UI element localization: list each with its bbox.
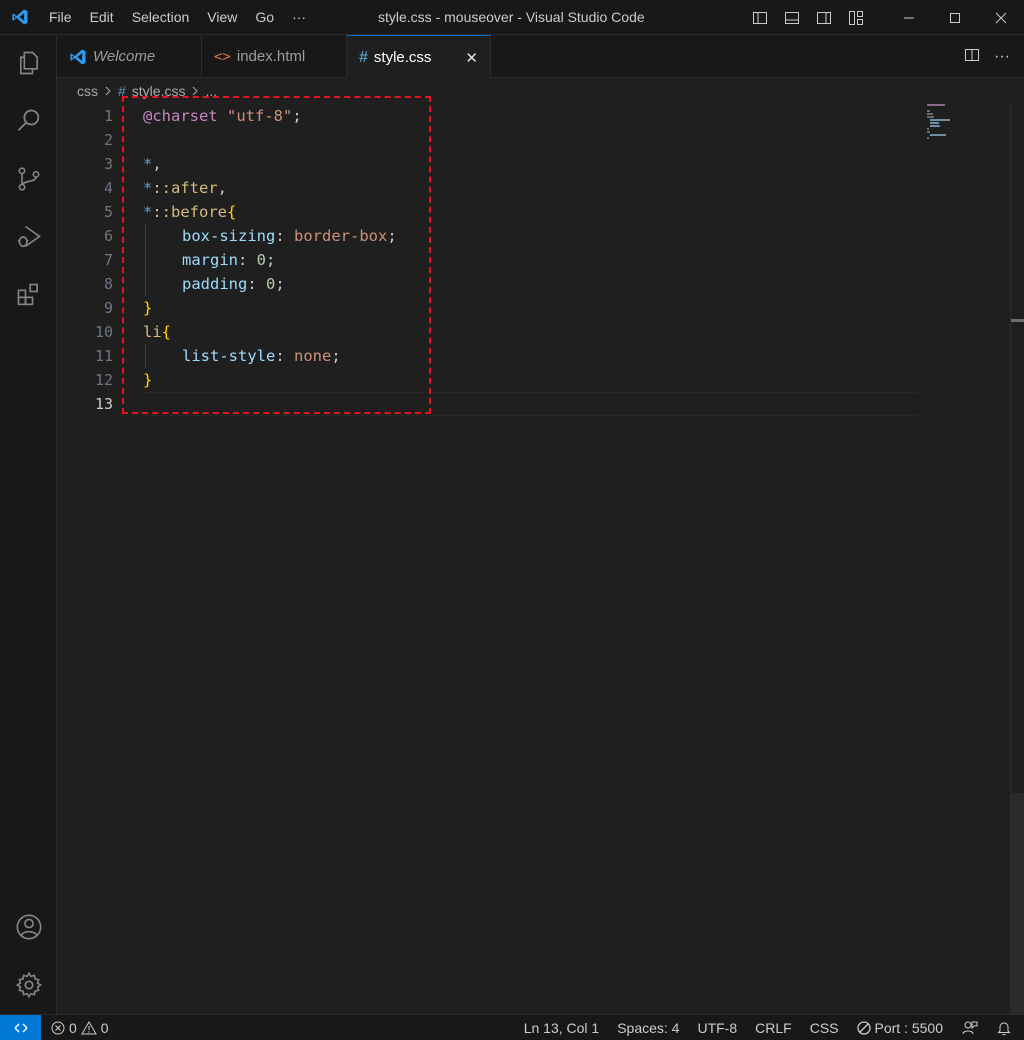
line-number: 4 bbox=[103, 179, 113, 197]
vertical-scrollbar[interactable] bbox=[1010, 103, 1024, 1014]
menu-view[interactable]: View bbox=[198, 0, 246, 35]
source-control-icon[interactable] bbox=[0, 155, 57, 203]
search-icon[interactable] bbox=[0, 97, 57, 145]
split-editor-icon[interactable] bbox=[964, 47, 980, 66]
line-number: 6 bbox=[103, 227, 113, 245]
customize-layout-icon[interactable] bbox=[844, 0, 868, 35]
tab-label: index.html bbox=[236, 48, 306, 65]
encoding-status[interactable]: UTF-8 bbox=[688, 1015, 746, 1040]
title-bar: File Edit Selection View Go ··· style.cs… bbox=[0, 0, 1024, 35]
accounts-icon[interactable] bbox=[0, 903, 57, 951]
scrollbar-cursor-marker bbox=[1011, 319, 1024, 322]
close-icon[interactable]: ✕ bbox=[465, 49, 478, 67]
status-bar: 0 0 Ln 13, Col 1 Spaces: 4 UTF-8 CRLF CS… bbox=[0, 1014, 1024, 1040]
menu-edit[interactable]: Edit bbox=[81, 0, 123, 35]
menu-selection[interactable]: Selection bbox=[123, 0, 199, 35]
tab-welcome[interactable]: Welcome bbox=[57, 35, 202, 78]
html-icon: <> bbox=[214, 48, 231, 65]
feedback-icon[interactable] bbox=[952, 1015, 988, 1040]
line-number: 1 bbox=[103, 107, 113, 125]
line-number-current: 13 bbox=[94, 395, 113, 413]
line-number: 7 bbox=[103, 251, 113, 269]
line-number: 2 bbox=[103, 131, 113, 149]
tab-style-css[interactable]: # style.css ✕ bbox=[347, 35, 491, 79]
close-window-icon[interactable] bbox=[978, 0, 1024, 35]
annotation-highlight-box bbox=[122, 96, 431, 414]
breadcrumb-folder[interactable]: css bbox=[77, 83, 98, 99]
toggle-primary-sidebar-icon[interactable] bbox=[748, 0, 772, 35]
tab-label: Welcome bbox=[93, 48, 156, 65]
vscode-logo-icon bbox=[0, 0, 40, 35]
chevron-right-icon bbox=[104, 83, 112, 99]
extensions-icon[interactable] bbox=[0, 271, 57, 319]
scrollbar-thumb[interactable] bbox=[1011, 793, 1024, 1014]
cursor-position[interactable]: Ln 13, Col 1 bbox=[515, 1015, 609, 1040]
error-count: 0 bbox=[69, 1019, 77, 1036]
line-number: 12 bbox=[94, 371, 113, 389]
run-debug-icon[interactable] bbox=[0, 213, 57, 261]
menu-file[interactable]: File bbox=[40, 0, 81, 35]
eol-status[interactable]: CRLF bbox=[746, 1015, 801, 1040]
activity-bar bbox=[0, 35, 57, 1014]
css-hash-icon: # bbox=[359, 48, 368, 66]
editor-tab-bar: Welcome <> index.html # style.css ✕ ··· bbox=[57, 35, 1024, 79]
line-number: 3 bbox=[103, 155, 113, 173]
vscode-icon bbox=[69, 48, 87, 66]
toggle-secondary-sidebar-icon[interactable] bbox=[812, 0, 836, 35]
remote-indicator-icon[interactable] bbox=[0, 1014, 41, 1040]
window-title: style.css - mouseover - Visual Studio Co… bbox=[378, 9, 645, 25]
error-icon bbox=[51, 1021, 65, 1034]
tab-index-html[interactable]: <> index.html bbox=[202, 35, 347, 78]
menu-more[interactable]: ··· bbox=[283, 0, 315, 35]
code-editor[interactable]: 1 2 3 4 5 6 7 8 9 10 11 12 13 @charset "… bbox=[57, 96, 1024, 1014]
manage-gear-icon[interactable] bbox=[0, 961, 57, 1009]
menu-bar: File Edit Selection View Go ··· bbox=[40, 0, 315, 35]
line-number: 8 bbox=[103, 275, 113, 293]
problems-status[interactable]: 0 0 bbox=[41, 1015, 117, 1040]
warning-count: 0 bbox=[100, 1019, 109, 1036]
line-number: 11 bbox=[94, 347, 113, 365]
line-number: 10 bbox=[94, 323, 113, 341]
toggle-panel-icon[interactable] bbox=[780, 0, 804, 35]
explorer-icon[interactable] bbox=[0, 39, 57, 87]
maximize-icon[interactable] bbox=[932, 0, 978, 35]
no-entry-icon bbox=[856, 1021, 871, 1035]
line-number: 9 bbox=[103, 299, 113, 317]
minimap[interactable] bbox=[923, 103, 1013, 143]
more-actions-icon[interactable]: ··· bbox=[994, 48, 1010, 66]
live-server-status[interactable]: Port : 5500 bbox=[848, 1015, 953, 1040]
warning-icon bbox=[80, 1020, 97, 1034]
menu-go[interactable]: Go bbox=[246, 0, 283, 35]
minimize-icon[interactable] bbox=[886, 0, 932, 35]
language-mode[interactable]: CSS bbox=[801, 1015, 848, 1040]
indentation-status[interactable]: Spaces: 4 bbox=[608, 1015, 688, 1040]
notifications-bell-icon[interactable] bbox=[988, 1015, 1024, 1040]
tab-label: style.css bbox=[373, 49, 432, 66]
line-number: 5 bbox=[103, 203, 113, 221]
